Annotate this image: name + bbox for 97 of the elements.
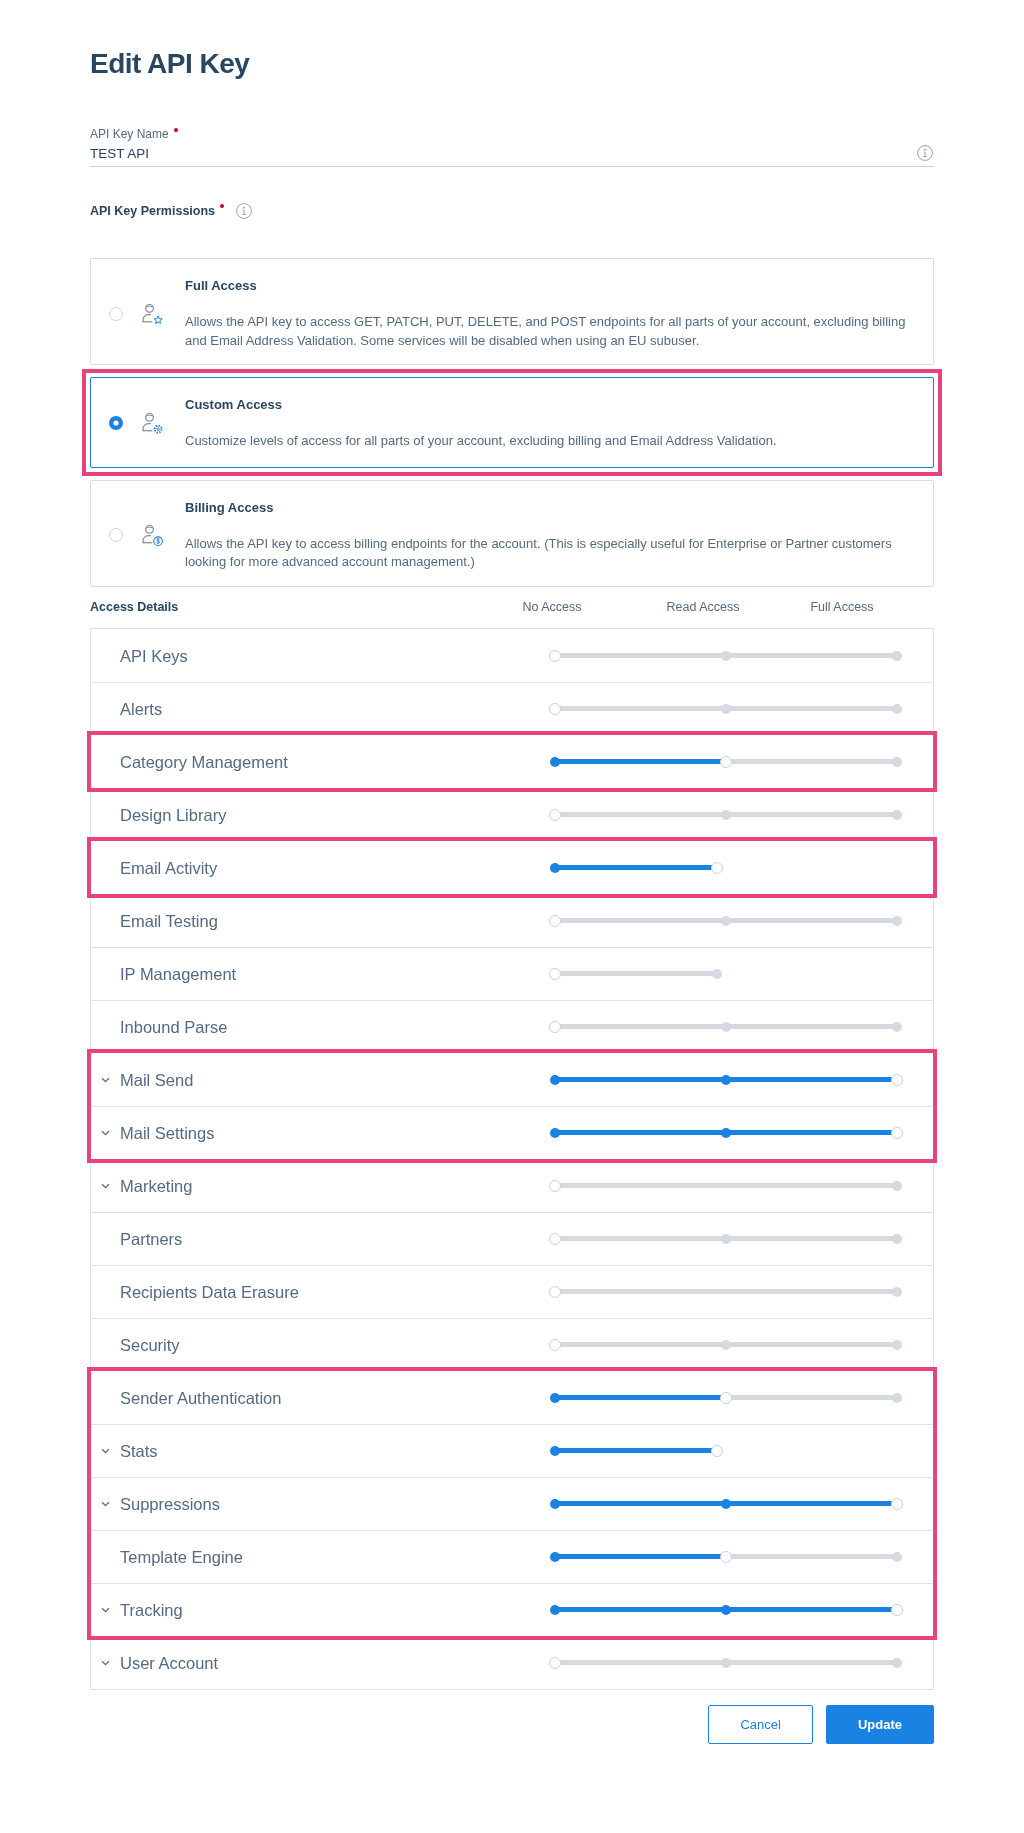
row-label: Marketing xyxy=(120,1176,193,1195)
section-label: API Key Permissions xyxy=(90,203,216,220)
field-label: API Key Name xyxy=(90,126,169,142)
option-title: Custom Access xyxy=(185,396,284,414)
cancel-button[interactable]: Cancel xyxy=(708,1704,813,1744)
stop-marker-icon xyxy=(892,1657,902,1668)
user-star-icon xyxy=(142,302,164,325)
column-header: Read Access xyxy=(665,598,741,616)
stop-marker-icon xyxy=(550,1604,560,1615)
stop-marker-icon xyxy=(550,756,560,767)
slider-thumb[interactable] xyxy=(549,1656,561,1669)
stop-marker-icon xyxy=(712,968,723,979)
radio-button[interactable] xyxy=(109,416,123,431)
stop-marker-icon xyxy=(892,1551,902,1562)
chevron-icon[interactable] xyxy=(101,1447,110,1454)
slider-thumb[interactable] xyxy=(549,1285,561,1298)
row-label: API Keys xyxy=(120,646,188,665)
row-label: Alerts xyxy=(120,699,163,718)
slider-thumb[interactable] xyxy=(549,1232,561,1245)
radio-button[interactable] xyxy=(109,528,123,542)
row-label: Mail Send xyxy=(120,1070,194,1089)
stop-marker-icon xyxy=(892,1339,902,1350)
stop-marker-icon xyxy=(892,650,902,661)
stop-marker-icon xyxy=(892,756,902,767)
slider-thumb[interactable] xyxy=(891,1073,903,1086)
info-icon[interactable] xyxy=(236,203,253,219)
page-title: Edit API Key xyxy=(90,47,251,81)
radio-button[interactable] xyxy=(109,306,123,321)
stop-marker-icon xyxy=(892,809,902,820)
stop-marker-icon xyxy=(892,703,902,714)
option-title: Billing Access xyxy=(185,498,275,517)
slider-thumb[interactable] xyxy=(720,1550,732,1563)
stop-marker-icon xyxy=(892,915,902,926)
slider-thumb[interactable] xyxy=(711,1444,724,1457)
slider-thumb[interactable] xyxy=(549,967,561,980)
slider-thumb[interactable] xyxy=(549,914,561,927)
row-label: Design Library xyxy=(120,805,227,824)
row-label: Recipients Data Erasure xyxy=(120,1282,299,1301)
option-description: Allows the API key to access billing endpoints for the account. (This is especially useful for Enterprise or Partner customers looking for more advanced account management.) xyxy=(185,534,893,571)
chevron-icon[interactable] xyxy=(101,1129,110,1136)
stop-marker-icon xyxy=(550,1074,560,1085)
stop-marker-icon xyxy=(550,1445,560,1456)
stop-marker-icon xyxy=(892,1286,902,1297)
slider-thumb[interactable] xyxy=(891,1126,903,1139)
row-label: Mail Settings xyxy=(120,1123,215,1142)
chevron-icon[interactable] xyxy=(101,1606,110,1613)
slider-thumb[interactable] xyxy=(549,1338,561,1351)
row-label: Stats xyxy=(120,1441,158,1460)
slider-thumb[interactable] xyxy=(720,1391,732,1404)
chevron-icon[interactable] xyxy=(101,1659,110,1666)
stop-marker-icon xyxy=(550,862,560,873)
stop-marker-icon xyxy=(550,1551,560,1562)
slider-thumb[interactable] xyxy=(891,1497,903,1510)
row-label: Template Engine xyxy=(120,1547,243,1566)
chevron-icon[interactable] xyxy=(101,1076,110,1083)
access-option[interactable]: Custom Access Customize levels of access for all parts of your account, excluding billing and Email Address Validation. xyxy=(90,377,934,468)
column-header: No Access xyxy=(521,598,583,616)
stop-marker-icon xyxy=(892,1392,902,1403)
stop-marker-icon xyxy=(892,1180,902,1191)
option-title: Full Access xyxy=(185,277,258,295)
option-description: Customize levels of access for all parts of your account, excluding billing and Email Address Validation. xyxy=(185,432,778,450)
row-label: Security xyxy=(120,1335,180,1354)
name-field[interactable]: TEST API xyxy=(90,143,934,167)
option-description: Allows the API key to access GET, PATCH, PUT, DELETE, and POST endpoints for all parts of your account, excluding billing and Email Address Validation. Some services will be disabled when using an EU subuser. xyxy=(185,313,907,350)
row-label: Email Testing xyxy=(120,911,218,930)
stop-marker-icon xyxy=(892,1021,902,1032)
row-label: Email Activity xyxy=(120,858,218,877)
slider-thumb[interactable] xyxy=(891,1603,903,1616)
access-option[interactable]: Billing Access Allows the API key to access billing endpoints for the account. (This is especially useful for Enterprise or Partner customers looking for more advanced account management.) xyxy=(90,479,934,587)
column-header: Full Access xyxy=(809,598,875,616)
slider-thumb[interactable] xyxy=(549,649,561,662)
user-dollar-icon xyxy=(142,524,164,546)
row-label: Category Management xyxy=(120,752,288,771)
row-label: Partners xyxy=(120,1229,183,1248)
slider-thumb[interactable] xyxy=(549,1020,561,1033)
slider-thumb[interactable] xyxy=(549,702,561,715)
chevron-icon[interactable] xyxy=(101,1182,110,1189)
stop-marker-icon xyxy=(892,1233,902,1244)
row-label: IP Management xyxy=(120,964,237,983)
stop-marker-icon xyxy=(550,1498,560,1509)
slider-thumb[interactable] xyxy=(549,808,561,821)
chevron-icon[interactable] xyxy=(101,1500,110,1507)
stop-marker-icon xyxy=(550,1392,560,1403)
slider-thumb[interactable] xyxy=(720,755,732,768)
row-label: User Account xyxy=(120,1653,219,1672)
slider-thumb[interactable] xyxy=(711,861,724,874)
row-label: Sender Authentication xyxy=(120,1388,282,1407)
access-option[interactable] xyxy=(90,258,934,365)
row-label: Tracking xyxy=(120,1600,183,1619)
stop-marker-icon xyxy=(550,1127,560,1138)
info-icon[interactable] xyxy=(917,145,933,161)
row-label: Suppressions xyxy=(120,1494,220,1513)
update-button[interactable]: Update xyxy=(825,1704,934,1744)
row-label: Inbound Parse xyxy=(120,1017,228,1036)
section-label: Access Details xyxy=(90,598,180,616)
user-gear-icon xyxy=(142,412,164,435)
slider-thumb[interactable] xyxy=(549,1179,561,1192)
